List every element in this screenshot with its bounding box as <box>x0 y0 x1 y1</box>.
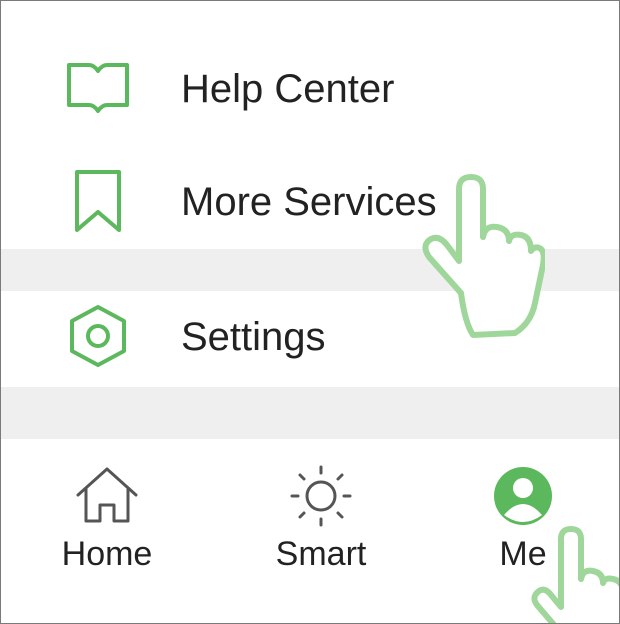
menu-label-settings: Settings <box>181 315 326 359</box>
profile-icon <box>494 467 552 525</box>
bookmark-icon <box>75 170 121 232</box>
menu-item-help-center[interactable]: Help Center <box>1 43 619 133</box>
tab-label-home: Home <box>61 535 153 573</box>
section-separator <box>1 387 619 439</box>
hexagon-settings-icon <box>70 305 126 367</box>
screen: Help Center More Services Settings Home <box>0 0 620 624</box>
tab-home[interactable]: Home <box>27 457 187 597</box>
menu-label-more-services: More Services <box>181 180 437 224</box>
tab-smart[interactable]: Smart <box>241 457 401 597</box>
tab-label-smart: Smart <box>275 535 367 573</box>
book-icon <box>67 63 129 113</box>
tap-hand-icon <box>531 526 619 623</box>
home-icon <box>76 467 138 523</box>
sun-icon <box>290 465 352 527</box>
tap-hand-icon <box>422 174 545 338</box>
menu-label-help-center: Help Center <box>181 67 395 111</box>
